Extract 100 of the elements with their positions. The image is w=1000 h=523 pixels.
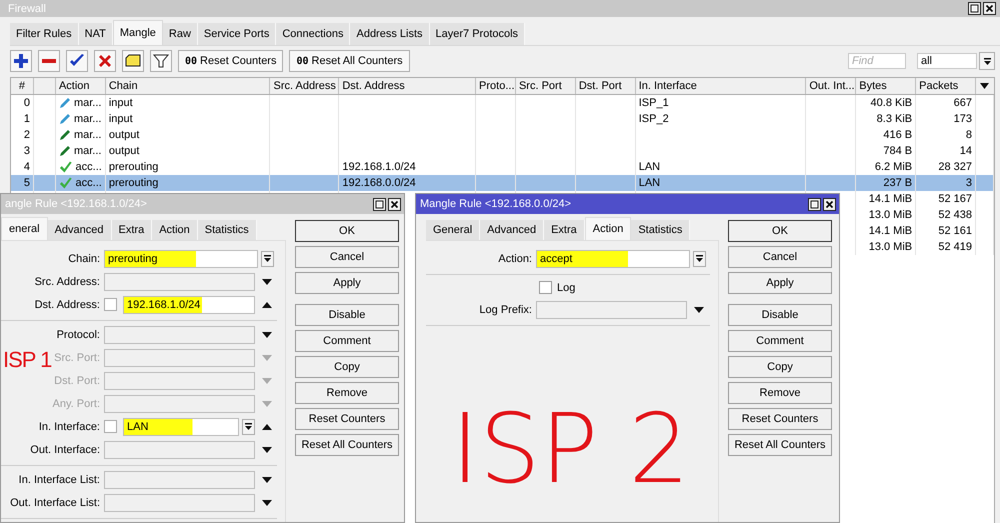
reset-counters-button[interactable]: 00 Reset All Counters [289, 50, 410, 72]
cross-button[interactable] [94, 50, 116, 72]
down-arrow-icon[interactable] [262, 278, 272, 284]
table-cell: input [106, 95, 270, 111]
input-field[interactable] [536, 300, 687, 318]
reset-counters-button[interactable]: 00 Reset Counters [178, 50, 284, 72]
column-header[interactable]: # [11, 78, 34, 94]
dropdown-button[interactable] [979, 52, 995, 70]
dialog-button[interactable]: Copy [728, 356, 832, 378]
up-arrow-icon[interactable] [262, 302, 272, 308]
dialog-button[interactable]: Copy [295, 356, 399, 378]
tab[interactable]: Statistics [631, 220, 690, 240]
close-icon[interactable] [388, 198, 401, 210]
tab[interactable]: eneral [1, 217, 48, 240]
dropdown-button[interactable] [261, 250, 274, 266]
input-field[interactable]: accept [536, 250, 690, 268]
dialog-button[interactable]: Comment [728, 330, 832, 352]
column-header[interactable]: Src. Port [516, 78, 576, 94]
remove-button[interactable] [38, 50, 60, 72]
note-icon [125, 53, 141, 69]
tab[interactable]: Statistics [198, 220, 257, 240]
dialog-button[interactable]: Reset All Counters [728, 434, 832, 456]
maximize-icon[interactable] [808, 198, 821, 210]
checkbox[interactable] [104, 298, 117, 311]
dialog-button[interactable]: Apply [295, 272, 399, 294]
tab[interactable]: Advanced [48, 220, 112, 240]
dialog-button[interactable]: Comment [295, 330, 399, 352]
search-field[interactable]: Find [848, 53, 906, 69]
dialog-button[interactable]: Reset All Counters [295, 434, 399, 456]
column-header[interactable]: Src. Address [270, 78, 340, 94]
down-arrow-icon[interactable] [262, 446, 272, 452]
close-icon[interactable] [823, 198, 836, 210]
input-field[interactable] [104, 470, 255, 488]
column-header[interactable]: Out. Int... [806, 78, 856, 94]
dropdown-button[interactable] [693, 250, 706, 266]
up-arrow-icon[interactable] [262, 424, 272, 430]
column-header[interactable]: In. Interface [636, 78, 806, 94]
filter-select[interactable]: all [917, 53, 977, 69]
column-header[interactable]: Bytes [856, 78, 916, 94]
column-header[interactable]: Proto... [476, 78, 516, 94]
field-label: Src. Address: [34, 276, 100, 288]
dialog-button[interactable]: Cancel [295, 246, 399, 268]
tab[interactable]: Filter Rules [10, 23, 79, 45]
note-button[interactable] [122, 50, 144, 72]
tab[interactable]: Advanced [480, 220, 544, 240]
dialog-button[interactable]: Disable [295, 304, 399, 326]
dialog-button[interactable]: Cancel [728, 246, 832, 268]
close-icon[interactable] [983, 2, 996, 15]
down-arrow-icon[interactable] [262, 332, 272, 338]
column-header[interactable]: Packets [916, 78, 976, 94]
field-label: Out. Interface List: [10, 496, 100, 508]
down-arrow-icon[interactable] [262, 476, 272, 482]
tab[interactable]: Action [584, 217, 632, 240]
cross-icon [97, 53, 113, 69]
checkbox[interactable] [104, 420, 117, 433]
tab[interactable]: Layer7 Protocols [430, 23, 526, 45]
tab[interactable]: Mangle [112, 20, 163, 45]
column-header[interactable]: Dst. Port [576, 78, 636, 94]
tab[interactable]: NAT [78, 23, 113, 45]
tab[interactable]: Service Ports [198, 23, 276, 45]
column-header[interactable]: Dst. Address [339, 78, 476, 94]
dialog-button[interactable]: Disable [728, 304, 832, 326]
dialog-button[interactable]: Remove [295, 382, 399, 404]
dialog-button[interactable]: OK [295, 220, 399, 242]
tab[interactable]: General [426, 220, 480, 240]
dialog-button[interactable]: Reset Counters [295, 408, 399, 430]
dropdown-icon[interactable] [980, 83, 990, 89]
checkbox[interactable] [539, 281, 552, 294]
tab[interactable]: Action [152, 220, 198, 240]
input-field[interactable] [104, 326, 255, 344]
column-header[interactable]: Action [56, 78, 106, 94]
dialog-button[interactable]: Apply [728, 272, 832, 294]
table-cell: 52 419 [916, 239, 976, 255]
input-field[interactable] [104, 440, 255, 458]
table-cell-text: mar... [74, 144, 102, 159]
filter-button[interactable] [150, 50, 172, 72]
down-arrow-icon[interactable] [262, 500, 272, 506]
input-field[interactable] [104, 494, 255, 512]
maximize-icon[interactable] [968, 2, 981, 15]
down-arrow-icon[interactable] [694, 306, 704, 312]
input-field[interactable]: 192.168.1.0/24 [123, 296, 255, 314]
dialog-button[interactable]: Remove [728, 382, 832, 404]
column-header[interactable]: Chain [106, 78, 270, 94]
field-label: Protocol: [56, 328, 100, 340]
table-cell: 14.1 MiB [856, 223, 916, 239]
tab[interactable]: Extra [112, 220, 152, 240]
maximize-icon[interactable] [373, 198, 386, 210]
dialog-button[interactable]: OK [728, 220, 832, 242]
table-cell: 3 [11, 143, 34, 159]
check-button[interactable] [66, 50, 88, 72]
input-field[interactable]: prerouting [104, 250, 258, 268]
tab[interactable]: Extra [544, 220, 585, 240]
input-field[interactable] [104, 272, 255, 290]
tab[interactable]: Address Lists [350, 23, 430, 45]
add-button[interactable] [10, 50, 32, 72]
input-field[interactable]: LAN [123, 418, 239, 436]
dropdown-button[interactable] [242, 418, 255, 434]
dialog-button[interactable]: Reset Counters [728, 408, 832, 430]
tab[interactable]: Connections [276, 23, 350, 45]
tab[interactable]: Raw [162, 23, 198, 45]
